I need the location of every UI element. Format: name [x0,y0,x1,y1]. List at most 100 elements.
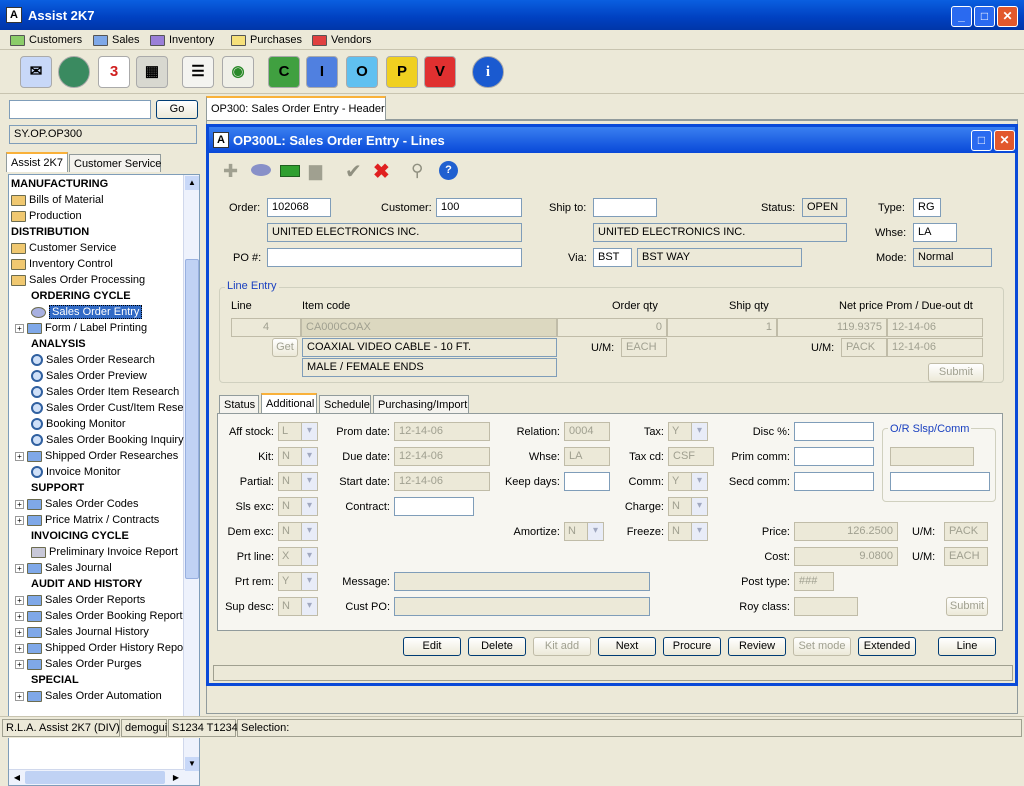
tree-item[interactable]: Sales Order Research [31,352,155,368]
close-button[interactable]: ✕ [997,6,1018,27]
tree-item[interactable]: Sales Order Cust/Item Rese [31,400,184,416]
tree-item[interactable]: Sales Order Preview [31,368,147,384]
price-field[interactable]: 126.2500 [794,522,898,541]
cost-um-field[interactable]: EACH [944,547,988,566]
expand-icon[interactable]: + [15,643,24,653]
whse-field[interactable]: LA [564,447,610,466]
tree-item[interactable]: Bills of Material [11,192,104,208]
delete-button[interactable]: Delete [468,637,526,656]
scroll-thumb[interactable] [185,259,199,579]
hscroll-thumb[interactable] [25,771,165,784]
tree-item[interactable]: Production [11,208,82,224]
window-maximize-button[interactable]: □ [971,130,992,151]
info-icon[interactable]: i [472,56,504,88]
whse-field[interactable]: LA [913,223,957,242]
add-icon[interactable]: ✚ [223,161,238,182]
tree-item[interactable]: ORDERING CYCLE [31,288,131,304]
tab-sales-order-header[interactable]: OP300: Sales Order Entry - Header [206,96,386,120]
edit-button[interactable]: Edit [403,637,461,656]
toolbar-c-button[interactable]: C [268,56,300,88]
calculator-icon[interactable]: ▦ [136,56,168,88]
tab-purchasing-import[interactable]: Purchasing/Import [373,395,469,413]
slsp-1-field[interactable] [890,447,974,466]
tree-item[interactable]: Preliminary Invoice Report [31,544,178,560]
prim-comm-field[interactable] [794,447,874,466]
sup-desc-select[interactable]: N [278,597,318,616]
slsp-2-field[interactable] [890,472,990,491]
scroll-up-icon[interactable]: ▲ [185,176,199,190]
post-type-field[interactable]: ### [794,572,834,591]
tree-item[interactable]: + Sales Order Codes [15,496,139,512]
order-field[interactable]: 102068 [267,198,331,217]
toolbar-v-button[interactable]: V [424,56,456,88]
tree-item[interactable]: ANALYSIS [31,336,86,352]
tab-assist-2k7[interactable]: Assist 2K7 [6,152,68,172]
tree-item[interactable]: + Sales Order Booking Report [15,608,183,624]
tree-item[interactable]: + Shipped Order History Repo [15,640,183,656]
go-button[interactable]: Go [156,100,198,119]
expand-icon[interactable]: + [15,627,24,637]
expand-icon[interactable]: + [15,611,24,621]
message-field[interactable] [394,572,650,591]
tree-item[interactable]: Sales Order Item Research [31,384,179,400]
next-button[interactable]: Next [598,637,656,656]
notes-icon[interactable]: ☰ [182,56,214,88]
menu-customers[interactable]: Customers [10,32,82,48]
dem-exc-select[interactable]: N [278,522,318,541]
kit-add-button[interactable]: Kit add [533,637,591,656]
tree-item[interactable]: + Sales Order Automation [15,688,162,704]
cancel-icon[interactable]: ✖ [373,159,390,184]
search-input[interactable] [9,100,151,119]
prom-date-field[interactable]: 12-14-06 [394,422,490,441]
price-um-field[interactable]: PACK [944,522,988,541]
tab-status[interactable]: Status [219,395,259,413]
menu-inventory[interactable]: Inventory [150,32,214,48]
expand-icon[interactable]: + [15,515,24,525]
expand-icon[interactable]: + [15,691,24,701]
set-mode-button[interactable]: Set mode [793,637,851,656]
help-icon[interactable]: ? [439,161,458,180]
tree-hscrollbar[interactable]: ◀ ▶ [9,769,185,785]
extended-button[interactable]: Extended [858,637,916,656]
expand-icon[interactable]: + [15,659,24,669]
aff-stock-select[interactable]: L [278,422,318,441]
tree-item[interactable]: Booking Monitor [31,416,126,432]
tree-item[interactable]: AUDIT AND HISTORY [31,576,142,592]
tab-schedule[interactable]: Schedule [319,395,371,413]
window-close-button[interactable]: ✕ [994,130,1015,151]
sls-exc-select[interactable]: N [278,497,318,516]
due-date-field[interactable]: 12-14-06 [394,447,490,466]
expand-icon[interactable]: + [15,563,24,573]
amortize-select[interactable]: N [564,522,604,541]
check-icon[interactable]: ✔ [345,159,362,184]
tree-item[interactable]: Customer Service [11,240,116,256]
tree-item[interactable]: SUPPORT [31,480,84,496]
partial-select[interactable]: N [278,472,318,491]
expand-icon[interactable]: + [15,323,24,333]
po-field[interactable] [267,248,522,267]
tree-item[interactable]: Invoice Monitor [31,464,121,480]
menu-vendors[interactable]: Vendors [312,32,371,48]
menu-sales[interactable]: Sales [93,32,140,48]
roy-class-field[interactable] [794,597,858,616]
disc-field[interactable] [794,422,874,441]
tree-scrollbar[interactable]: ▲ ▼ [183,175,199,785]
expand-icon[interactable]: + [15,595,24,605]
comm-select[interactable]: Y [668,472,708,491]
maximize-button[interactable]: □ [974,6,995,27]
save-icon[interactable] [280,165,300,177]
tree-item[interactable]: DISTRIBUTION [11,224,89,240]
scroll-right-icon[interactable]: ▶ [169,771,183,784]
charge-select[interactable]: N [668,497,708,516]
line-submit-button[interactable]: Submit [928,363,984,382]
toolbar-p-button[interactable]: P [386,56,418,88]
toolbar-i-button[interactable]: I [306,56,338,88]
tree-item[interactable]: Sales Order Booking Inquiry [31,432,184,448]
calendar-icon[interactable]: 3 [98,56,130,88]
get-button[interactable]: Get [272,338,298,357]
tab-additional[interactable]: Additional [261,393,317,413]
tab-customer-service[interactable]: Customer Service [69,154,161,172]
scroll-down-icon[interactable]: ▼ [185,757,199,771]
tree-item[interactable]: + Sales Journal History [15,624,149,640]
tree-item[interactable]: MANUFACTURING [11,176,108,192]
